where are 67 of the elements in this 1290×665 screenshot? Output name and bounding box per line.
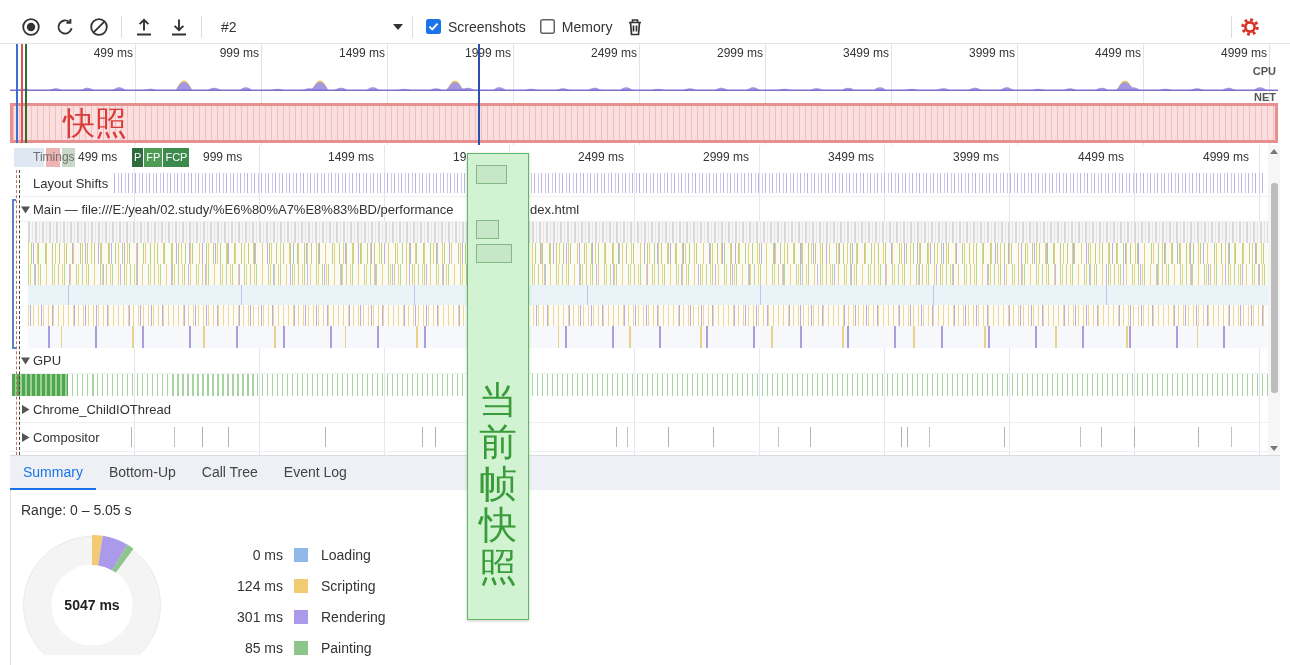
timing-marker: FP — [144, 148, 163, 167]
checkbox-icon[interactable] — [539, 19, 555, 34]
upload-icon — [135, 17, 153, 36]
track-label: Main — file:///E:/yeah/02.study/%E6%80%A7%E8%83%BD/performance — [33, 201, 455, 217]
legend-value: 0 ms — [251, 546, 283, 563]
legend-label: Scripting — [321, 577, 376, 594]
time-tick-label: 4499 ms — [1094, 46, 1141, 60]
recording-select[interactable]: #2 — [210, 13, 410, 40]
time-tick-label: 2499 ms — [578, 149, 626, 164]
time-tick-label: 3499 ms — [842, 46, 889, 60]
time-tick-label: 999 ms — [203, 149, 244, 164]
time-tick-label: 2999 ms — [703, 149, 751, 164]
download-icon — [170, 17, 188, 36]
legend-value: 85 ms — [243, 639, 283, 656]
caret-icon[interactable] — [21, 204, 30, 214]
time-tick-label: 499 ms — [78, 149, 119, 164]
reload-icon — [56, 17, 74, 36]
legend-label: Rendering — [321, 608, 386, 625]
time-tick-label: 4999 ms — [1203, 149, 1251, 164]
range-label: Range: 0 – 5.05 s — [21, 501, 133, 520]
track-label: Chrome_ChildIOThread — [33, 401, 171, 417]
settings-icon — [1241, 17, 1259, 36]
overview-track-label: CPU — [1252, 66, 1276, 77]
timing-marker: FCP — [163, 148, 190, 167]
caret-icon[interactable] — [21, 356, 30, 365]
legend-value: 124 ms — [236, 577, 283, 594]
checkbox-icon[interactable] — [426, 19, 441, 34]
highlight-label: 快照 — [63, 106, 127, 140]
time-tick-label: 4499 ms — [1078, 149, 1126, 164]
donut-slice — [112, 544, 134, 573]
legend-value: 301 ms — [236, 608, 283, 625]
time-tick-label: 999 ms — [219, 46, 259, 60]
legend-label: Loading — [321, 546, 371, 563]
scroll-up-icon[interactable] — [1270, 149, 1278, 154]
time-tick-label: 2999 ms — [716, 46, 763, 60]
timing-marker: P — [132, 148, 144, 167]
time-tick-label: 3499 ms — [828, 149, 876, 164]
time-tick-label: 3999 ms — [953, 149, 1001, 164]
caret-icon[interactable] — [21, 432, 30, 442]
time-tick-label: 499 ms — [93, 46, 133, 60]
dropdown-caret-icon — [393, 23, 403, 30]
details-tab[interactable]: Summary — [10, 456, 96, 490]
time-tick-label: 2499 ms — [590, 46, 637, 60]
callout-label: 当前帧快照 — [479, 380, 517, 589]
track-label: Timings — [33, 149, 75, 166]
time-tick-label: 1499 ms — [328, 149, 376, 164]
caret-icon[interactable] — [21, 404, 30, 414]
time-tick-label: 1499 ms — [338, 46, 385, 60]
scrollbar-thumb[interactable] — [1270, 183, 1278, 393]
time-tick-label: 19 — [453, 149, 468, 164]
scroll-down-icon[interactable] — [1270, 446, 1278, 451]
time-tick-label: 3999 ms — [968, 46, 1015, 60]
clear-icon — [90, 17, 108, 36]
time-tick-label: 4999 ms — [1220, 46, 1267, 60]
overview-track-label: NET — [1254, 92, 1276, 103]
legend-label: Painting — [321, 639, 372, 656]
track-label: Layout Shifts — [33, 175, 109, 191]
details-tab[interactable]: Call Tree — [188, 456, 271, 490]
details-tab[interactable]: Event Log — [270, 456, 360, 490]
details-tab[interactable]: Bottom-Up — [95, 456, 189, 490]
track-label: GPU — [33, 353, 62, 368]
option-checkbox[interactable]: Memory — [539, 18, 613, 35]
record-icon — [22, 17, 40, 36]
track-label: Compositor — [33, 429, 100, 445]
total-time-label: 5047 ms — [64, 597, 120, 613]
track-label: dex.html — [530, 201, 580, 217]
option-checkbox[interactable]: Screenshots — [426, 18, 526, 35]
